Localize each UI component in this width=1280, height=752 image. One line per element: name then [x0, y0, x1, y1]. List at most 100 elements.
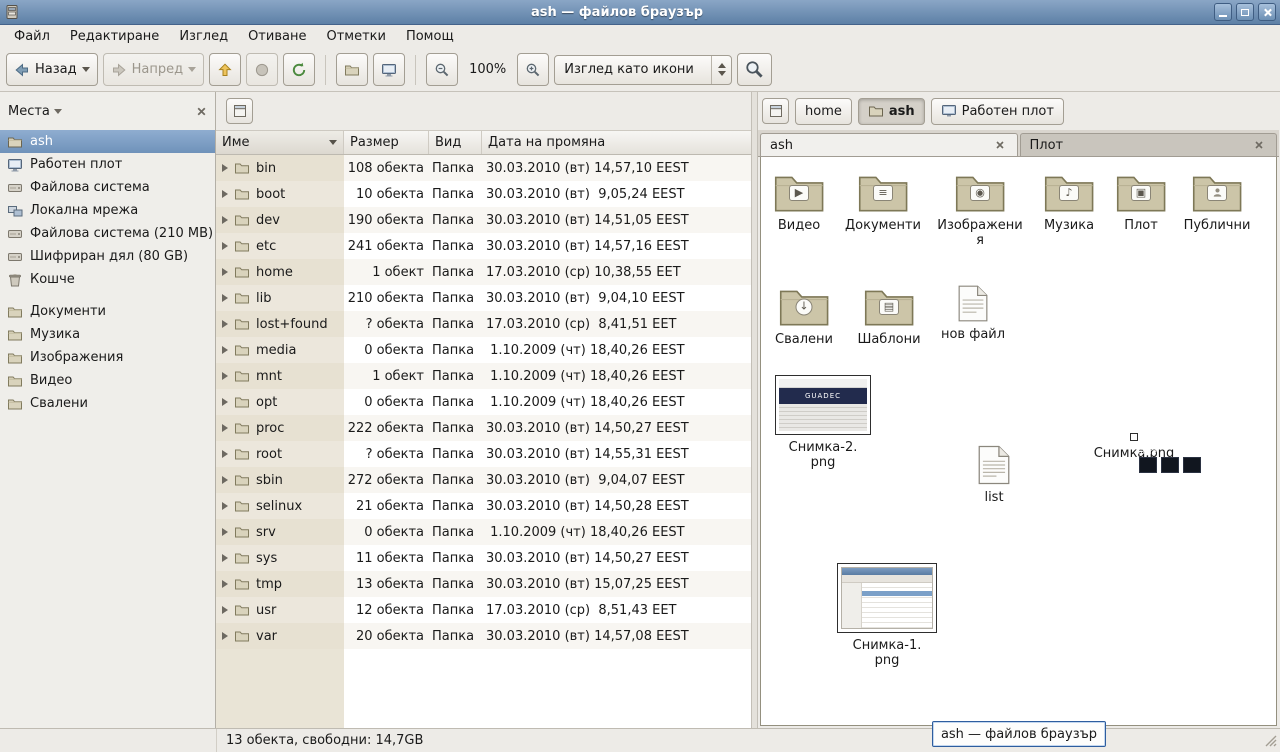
- desktop-item-music[interactable]: ♪ Музика: [1033, 171, 1105, 248]
- view-mode-select[interactable]: Изглед като икони: [554, 55, 732, 85]
- name-cell[interactable]: etc: [216, 233, 344, 259]
- menu-file[interactable]: Файл: [4, 26, 60, 47]
- name-cell[interactable]: lib: [216, 285, 344, 311]
- sidebar-item-filesystem-210mb[interactable]: Файлова система (210 MB): [0, 222, 215, 245]
- desktop-item-new-file[interactable]: нов файл: [937, 285, 1009, 347]
- table-row[interactable]: tmp 13 обекта Папка 30.03.2010 (вт) 15,0…: [216, 571, 751, 597]
- desktop-item-snimka1[interactable]: Снимка-1.png: [835, 563, 939, 668]
- forward-button[interactable]: Напред: [103, 53, 204, 86]
- expander-icon[interactable]: [222, 528, 228, 536]
- tab-ash[interactable]: ash: [760, 133, 1018, 156]
- name-cell[interactable]: srv: [216, 519, 344, 545]
- expander-icon[interactable]: [222, 242, 228, 250]
- name-cell[interactable]: tmp: [216, 571, 344, 597]
- desktop-item-desktop-folder[interactable]: ▣ Плот: [1113, 171, 1169, 248]
- column-header-size[interactable]: Размер: [344, 131, 429, 154]
- expander-icon[interactable]: [222, 346, 228, 354]
- tab-desktop[interactable]: Плот: [1020, 133, 1278, 156]
- sidebar-item-ash[interactable]: ash: [0, 130, 215, 153]
- resize-grip[interactable]: [1263, 733, 1278, 748]
- home-button[interactable]: [336, 53, 368, 86]
- desktop-item-public[interactable]: Публични: [1177, 171, 1257, 248]
- icon-view[interactable]: ▶ Видео ≡ Документи ◉ Изображ: [760, 157, 1277, 726]
- breadcrumb-ash[interactable]: ash: [858, 98, 925, 125]
- table-row[interactable]: opt 0 обекта Папка 1.10.2009 (чт) 18,40,…: [216, 389, 751, 415]
- expander-icon[interactable]: [222, 398, 228, 406]
- expander-icon[interactable]: [222, 450, 228, 458]
- breadcrumb-home[interactable]: home: [795, 98, 852, 125]
- desktop-item-snimka2[interactable]: GUADEC Снимка-2.png: [771, 375, 875, 470]
- sidebar-item-local-network[interactable]: Локална мрежа: [0, 199, 215, 222]
- zoom-out-button[interactable]: [426, 53, 458, 86]
- pane-location-button[interactable]: [226, 98, 253, 124]
- desktop-item-templates[interactable]: ▤ Шаблони: [849, 285, 929, 347]
- expander-icon[interactable]: [222, 502, 228, 510]
- up-button[interactable]: [209, 53, 241, 86]
- sidebar-close-button[interactable]: [196, 106, 207, 117]
- expander-icon[interactable]: [222, 164, 228, 172]
- table-row[interactable]: dev 190 обекта Папка 30.03.2010 (вт) 14,…: [216, 207, 751, 233]
- tab-close-button[interactable]: [1251, 137, 1267, 153]
- expander-icon[interactable]: [222, 476, 228, 484]
- name-cell[interactable]: media: [216, 337, 344, 363]
- table-row[interactable]: lost+found ? обекта Папка 17.03.2010 (ср…: [216, 311, 751, 337]
- menu-help[interactable]: Помощ: [396, 26, 464, 47]
- table-row[interactable]: usr 12 обекта Папка 17.03.2010 (ср) 8,51…: [216, 597, 751, 623]
- column-header-date[interactable]: Дата на промяна: [482, 131, 751, 154]
- sidebar-item-music[interactable]: Музика: [0, 323, 215, 346]
- pane-splitter[interactable]: [751, 92, 758, 728]
- table-row[interactable]: sys 11 обекта Папка 30.03.2010 (вт) 14,5…: [216, 545, 751, 571]
- name-cell[interactable]: mnt: [216, 363, 344, 389]
- table-row[interactable]: lib 210 обекта Папка 30.03.2010 (вт) 9,0…: [216, 285, 751, 311]
- stop-button[interactable]: [246, 53, 278, 86]
- table-row[interactable]: srv 0 обекта Папка 1.10.2009 (чт) 18,40,…: [216, 519, 751, 545]
- table-row[interactable]: bin 108 обекта Папка 30.03.2010 (вт) 14,…: [216, 155, 751, 181]
- maximize-button[interactable]: [1236, 3, 1254, 21]
- name-cell[interactable]: proc: [216, 415, 344, 441]
- tab-close-button[interactable]: [992, 137, 1008, 153]
- expander-icon[interactable]: [222, 294, 228, 302]
- table-row[interactable]: root ? обекта Папка 30.03.2010 (вт) 14,5…: [216, 441, 751, 467]
- search-button[interactable]: [737, 53, 772, 86]
- expander-icon[interactable]: [222, 632, 228, 640]
- window-titlebar[interactable]: ash — файлов браузър: [0, 0, 1280, 25]
- name-cell[interactable]: opt: [216, 389, 344, 415]
- expander-icon[interactable]: [222, 606, 228, 614]
- desktop-item-documents[interactable]: ≡ Документи: [839, 171, 927, 248]
- name-cell[interactable]: root: [216, 441, 344, 467]
- name-cell[interactable]: bin: [216, 155, 344, 181]
- table-row[interactable]: etc 241 обекта Папка 30.03.2010 (вт) 14,…: [216, 233, 751, 259]
- table-row[interactable]: var 20 обекта Папка 30.03.2010 (вт) 14,5…: [216, 623, 751, 649]
- sidebar-item-desktop[interactable]: Работен плот: [0, 153, 215, 176]
- sidebar-item-encrypted-80gb[interactable]: Шифриран дял (80 GB): [0, 245, 215, 268]
- back-button[interactable]: Назад: [6, 53, 98, 86]
- table-row[interactable]: sbin 272 обекта Папка 30.03.2010 (вт) 9,…: [216, 467, 751, 493]
- name-cell[interactable]: boot: [216, 181, 344, 207]
- zoom-in-button[interactable]: [517, 53, 549, 86]
- breadcrumb-desktop[interactable]: Работен плот: [931, 98, 1064, 125]
- expander-icon[interactable]: [222, 372, 228, 380]
- sidebar-item-pictures[interactable]: Изображения: [0, 346, 215, 369]
- view-mode-stepper[interactable]: [711, 56, 731, 84]
- table-row[interactable]: proc 222 обекта Папка 30.03.2010 (вт) 14…: [216, 415, 751, 441]
- computer-button[interactable]: [373, 53, 405, 86]
- desktop-item-video[interactable]: ▶ Видео: [767, 171, 831, 248]
- column-header-type[interactable]: Вид: [429, 131, 482, 154]
- sidebar-item-downloads[interactable]: Свалени: [0, 392, 215, 415]
- expander-icon[interactable]: [222, 580, 228, 588]
- sidebar-title[interactable]: Места: [8, 104, 50, 119]
- menu-view[interactable]: Изглед: [169, 26, 238, 47]
- close-button[interactable]: [1258, 3, 1276, 21]
- expander-icon[interactable]: [222, 424, 228, 432]
- expander-icon[interactable]: [222, 554, 228, 562]
- table-row[interactable]: boot 10 обекта Папка 30.03.2010 (вт) 9,0…: [216, 181, 751, 207]
- name-cell[interactable]: sbin: [216, 467, 344, 493]
- table-row[interactable]: selinux 21 обекта Папка 30.03.2010 (вт) …: [216, 493, 751, 519]
- menu-edit[interactable]: Редактиране: [60, 26, 169, 47]
- sidebar-selector-chevron-icon[interactable]: [54, 109, 62, 114]
- desktop-item-snimka[interactable]: GNOME Store Снимка.png: [1079, 433, 1189, 461]
- table-row[interactable]: mnt 1 обект Папка 1.10.2009 (чт) 18,40,2…: [216, 363, 751, 389]
- sidebar-item-trash[interactable]: Кошче: [0, 268, 215, 291]
- menu-go[interactable]: Отиване: [238, 26, 316, 47]
- name-cell[interactable]: var: [216, 623, 344, 649]
